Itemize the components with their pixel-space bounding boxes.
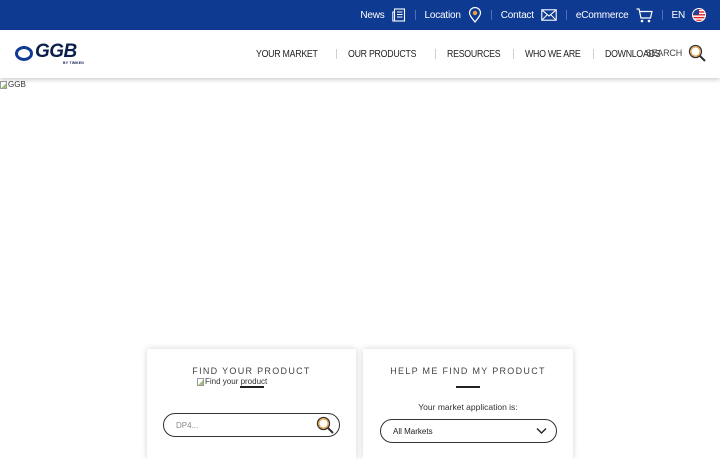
language-selector[interactable]: EN [671,0,706,30]
find-product-title: FIND YOUR PRODUCT [192,366,311,376]
hero-image: GGB [0,80,26,89]
map-pin-icon [468,7,481,23]
search-button[interactable]: SEARCH [646,44,706,62]
news-link[interactable]: News [360,0,405,30]
nav-who-we-are[interactable]: WHO WE ARE [525,49,581,60]
divider [593,49,595,59]
product-search-placeholder: DP4... [176,420,199,430]
find-product-card: FIND YOUR PRODUCT Find your product DP4.… [147,349,356,459]
logo-subtext: BY TIMKEN [63,61,84,65]
market-application-prompt: Your market application is: [418,402,518,412]
us-flag-icon [692,8,706,22]
contact-link[interactable]: Contact [501,0,557,30]
divider [336,49,338,59]
divider [414,10,416,20]
divider [513,49,515,59]
divider [661,10,663,20]
location-label: Location [424,9,461,21]
ggb-logo[interactable]: GGB BY TIMKEN [15,41,95,67]
title-underline [239,386,264,388]
language-label: EN [671,9,686,21]
divider [434,49,436,59]
find-product-image: Find your product [197,377,267,386]
nav-our-products[interactable]: OUR PRODUCTS [348,49,416,60]
main-header: GGB BY TIMKEN YOUR MARKET OUR PRODUCTS R… [0,30,720,78]
help-find-product-title: HELP ME FIND MY PRODUCT [390,366,546,376]
utility-bar: News Location Contact eCommerce EN [0,0,720,30]
search-label: SEARCH [645,48,683,58]
help-find-product-card: HELP ME FIND MY PRODUCT Your market appl… [363,349,573,459]
ecommerce-label: eCommerce [575,9,629,21]
envelope-icon [541,9,557,21]
hero-image-alt: GGB [8,80,26,89]
broken-image-icon [0,80,7,89]
chevron-down-icon [536,428,547,434]
cart-icon [636,7,653,22]
title-underline [456,386,480,388]
main-nav: YOUR MARKET OUR PRODUCTS RESOURCES WHO W… [250,30,668,78]
location-link[interactable]: Location [425,0,482,30]
search-icon[interactable] [316,416,334,434]
hero-banner: GGB [0,78,720,350]
ecommerce-link[interactable]: eCommerce [576,0,653,30]
contact-label: Contact [500,9,534,21]
market-select-value: All Markets [393,426,433,436]
market-select[interactable]: All Markets [380,419,557,443]
search-icon [688,44,706,62]
newspaper-icon [391,8,405,22]
nav-resources[interactable]: RESOURCES [447,49,501,60]
product-search-input[interactable]: DP4... [163,413,340,437]
divider [565,10,567,20]
broken-image-icon [197,377,204,386]
logo-text: GGB [35,41,77,62]
nav-your-market[interactable]: YOUR MARKET [256,49,318,60]
find-product-image-alt: Find your product [205,377,268,386]
news-label: News [360,9,385,21]
logo-ring-icon [15,46,33,61]
divider [490,10,492,20]
